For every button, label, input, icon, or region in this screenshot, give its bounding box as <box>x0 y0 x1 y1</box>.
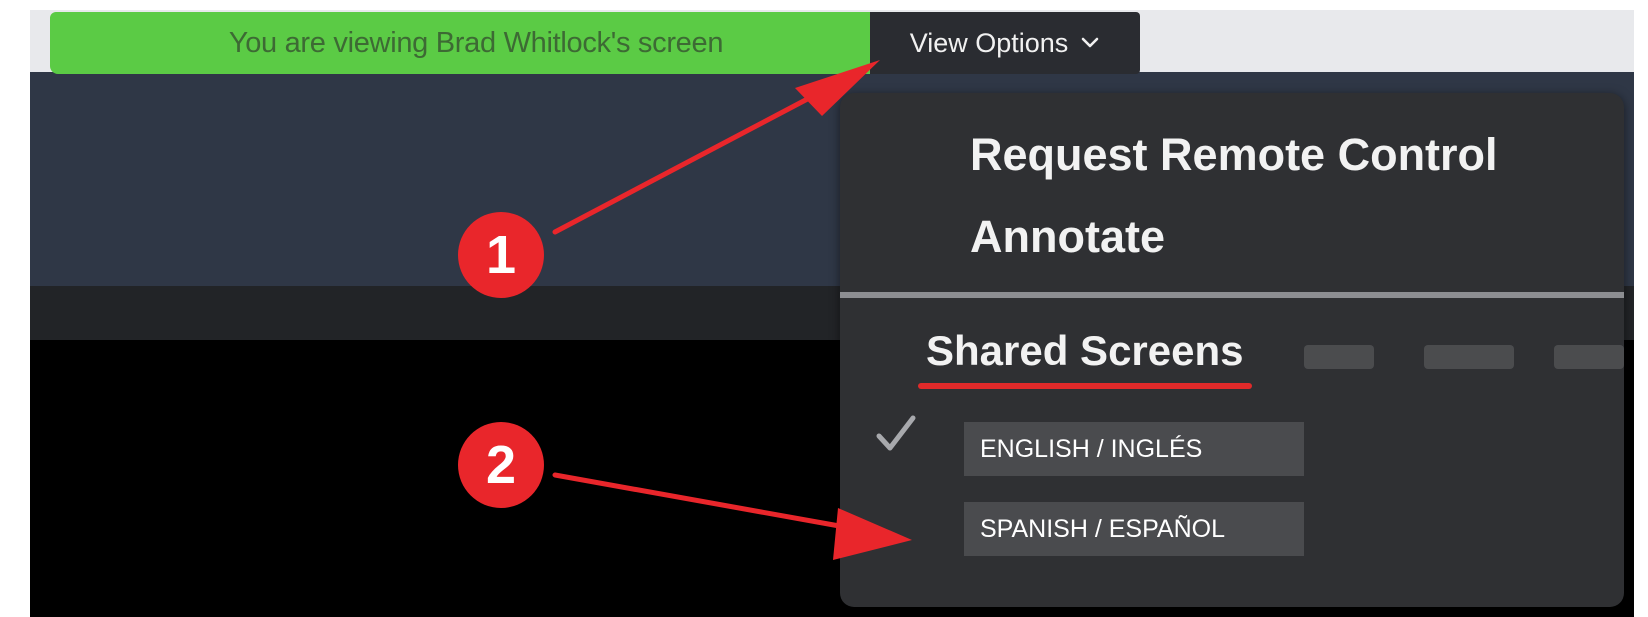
menu-item-annotate[interactable]: Annotate <box>970 211 1165 263</box>
shared-screens-underline <box>918 383 1252 389</box>
viewing-banner: You are viewing Brad Whitlock's screen <box>50 12 902 74</box>
menu-item-request-remote-control[interactable]: Request Remote Control <box>970 129 1498 181</box>
step-1-marker: 1 <box>458 212 544 298</box>
view-options-label: View Options <box>909 27 1069 58</box>
step-2-marker: 2 <box>458 422 544 508</box>
viewing-banner-text: You are viewing Brad Whitlock's screen <box>228 26 724 59</box>
background-toolbar-blur <box>1294 337 1624 377</box>
shared-screen-option-spanish[interactable]: SPANISH / ESPAÑOL <box>964 502 1304 556</box>
checkmark-icon <box>876 415 916 451</box>
menu-divider <box>840 292 1624 298</box>
view-options-button[interactable]: View Options <box>870 12 1140 74</box>
shared-screens-title: Shared Screens <box>926 327 1244 374</box>
page-margin <box>1634 0 1648 617</box>
view-options-menu: Request Remote Control Annotate Shared S… <box>840 93 1624 607</box>
chevron-down-icon <box>1081 37 1099 48</box>
meeting-window: You are viewing Brad Whitlock's screen V… <box>30 10 1634 617</box>
shared-screen-option-english[interactable]: ENGLISH / INGLÉS <box>964 422 1304 476</box>
